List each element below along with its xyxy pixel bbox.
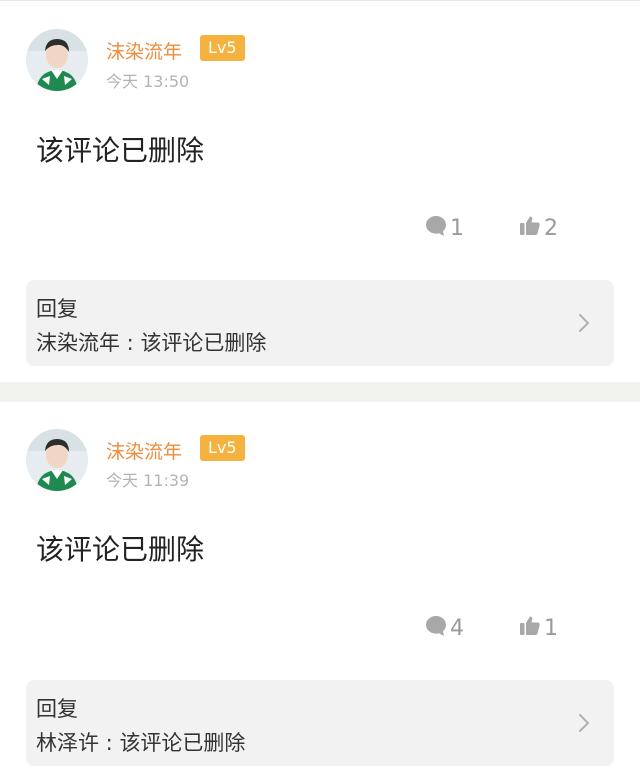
like-count: 1	[544, 615, 558, 641]
thumbs-up-icon	[518, 614, 542, 642]
comment-bubble-icon	[424, 214, 448, 242]
section-separator	[0, 382, 640, 402]
timestamp: 今天 11:39	[106, 471, 190, 490]
avatar[interactable]	[26, 429, 88, 491]
comment-bubble-icon	[424, 614, 448, 642]
like-button[interactable]: 1	[518, 613, 558, 643]
level-badge: Lv5	[200, 435, 245, 461]
chevron-right-icon	[578, 713, 590, 737]
comment-card: 沫染流年 Lv5 今天 13:50 该评论已删除 1 2 回复 沫染流年 : 该…	[0, 1, 640, 382]
comment-text: 该评论已删除	[36, 134, 205, 167]
comment-button[interactable]: 1	[424, 213, 464, 243]
reply-line: 沫染流年 : 该评论已删除	[36, 327, 266, 357]
comment-card: 沫染流年 Lv5 今天 11:39 该评论已删除 4 1 回复 林泽许 : 该评…	[0, 402, 640, 772]
reply-box[interactable]: 回复 林泽许 : 该评论已删除	[26, 680, 614, 766]
username[interactable]: 沫染流年	[106, 37, 182, 64]
reply-title: 回复	[36, 297, 78, 321]
reply-text: 该评论已删除	[140, 331, 267, 355]
like-button[interactable]: 2	[518, 213, 558, 243]
chevron-right-icon	[578, 313, 590, 337]
reply-separator: :	[120, 331, 141, 355]
comment-count: 4	[450, 615, 464, 641]
level-badge: Lv5	[200, 35, 245, 61]
comment-button[interactable]: 4	[424, 613, 464, 643]
reply-title: 回复	[36, 697, 78, 721]
username[interactable]: 沫染流年	[106, 437, 182, 464]
avatar[interactable]	[26, 29, 88, 91]
reply-author: 林泽许	[36, 731, 99, 755]
reply-author: 沫染流年	[36, 331, 120, 355]
comment-count: 1	[450, 215, 464, 241]
thumbs-up-icon	[518, 214, 542, 242]
reply-separator: :	[99, 731, 120, 755]
reply-box[interactable]: 回复 沫染流年 : 该评论已删除	[26, 280, 614, 366]
reply-text: 该评论已删除	[119, 731, 246, 755]
like-count: 2	[544, 215, 558, 241]
comment-text: 该评论已删除	[36, 533, 205, 566]
timestamp: 今天 13:50	[106, 72, 190, 91]
reply-line: 林泽许 : 该评论已删除	[36, 727, 245, 757]
